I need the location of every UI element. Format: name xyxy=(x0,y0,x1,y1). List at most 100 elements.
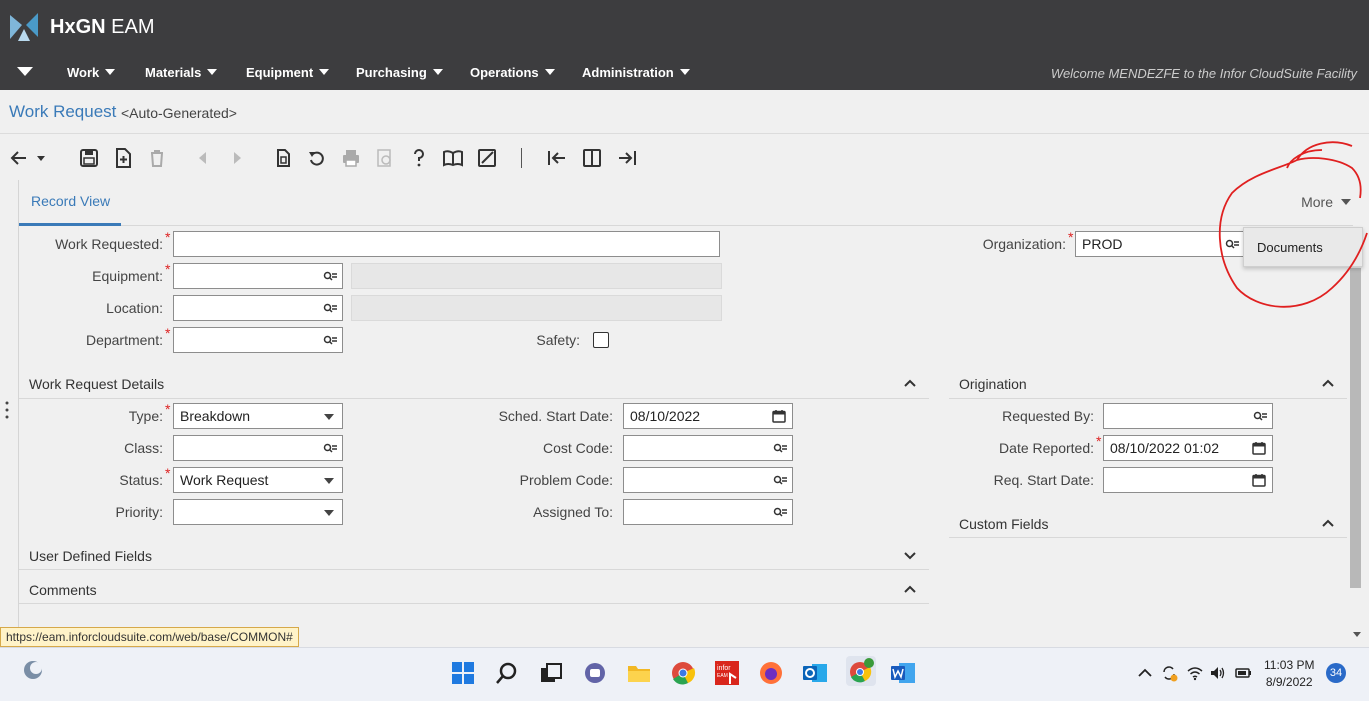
requested-by-input[interactable] xyxy=(1103,403,1273,429)
search-icon[interactable] xyxy=(494,660,520,686)
chevron-up-icon[interactable] xyxy=(903,584,917,594)
book-icon[interactable] xyxy=(442,147,464,169)
problem-code-input[interactable] xyxy=(623,467,793,493)
section-divider xyxy=(19,569,929,570)
windows-taskbar: infor EAM 11:03 PM 8/9/2022 34 xyxy=(0,647,1369,701)
tab-bar: Record View More xyxy=(19,180,1353,226)
side-panel-handle-icon[interactable] xyxy=(5,400,9,420)
nav-operations[interactable]: Operations xyxy=(470,65,555,80)
brand-title: HxGN EAM xyxy=(50,16,155,38)
welcome-text: Welcome MENDEZFE to the Infor CloudSuite… xyxy=(1050,66,1357,81)
calendar-icon[interactable] xyxy=(772,409,786,423)
hexagon-logo-icon[interactable] xyxy=(8,11,40,43)
volume-icon[interactable] xyxy=(1209,664,1227,682)
location-input[interactable] xyxy=(173,295,343,321)
save-icon[interactable] xyxy=(78,147,100,169)
nav-purchasing[interactable]: Purchasing xyxy=(356,65,443,80)
teams-chat-icon[interactable] xyxy=(582,660,608,686)
more-button[interactable]: More xyxy=(1301,194,1351,210)
help-icon[interactable] xyxy=(408,147,430,169)
new-record-icon[interactable] xyxy=(112,147,134,169)
outlook-icon[interactable] xyxy=(802,660,828,686)
word-icon[interactable] xyxy=(890,660,916,686)
cost-code-input[interactable] xyxy=(623,435,793,461)
assigned-to-input[interactable] xyxy=(623,499,793,525)
sync-warning-icon[interactable] xyxy=(1160,664,1178,682)
split-view-icon[interactable] xyxy=(581,147,603,169)
back-arrow-icon[interactable] xyxy=(8,147,30,169)
weather-widget-icon[interactable] xyxy=(20,657,46,683)
task-view-icon[interactable] xyxy=(538,660,564,686)
copy-record-icon[interactable] xyxy=(272,147,294,169)
tray-overflow-chevron-icon[interactable] xyxy=(1136,664,1154,682)
refresh-icon[interactable] xyxy=(306,147,328,169)
lookup-icon[interactable] xyxy=(1253,411,1267,422)
assigned-to-label: Assigned To: xyxy=(533,504,613,520)
chevron-up-icon[interactable] xyxy=(1321,378,1335,388)
lookup-icon[interactable] xyxy=(773,475,787,486)
collapse-right-icon[interactable] xyxy=(616,147,638,169)
menu-caret-icon[interactable] xyxy=(17,67,33,77)
back-history-caret-icon[interactable] xyxy=(34,147,48,169)
class-input[interactable] xyxy=(173,435,343,461)
sched-start-date-label: Sched. Start Date: xyxy=(498,408,613,424)
nav-equipment[interactable]: Equipment xyxy=(246,65,330,80)
lookup-icon[interactable] xyxy=(323,443,337,454)
calendar-icon[interactable] xyxy=(1252,473,1266,487)
windows-start-icon[interactable] xyxy=(450,660,476,686)
work-request-details-title: Work Request Details xyxy=(29,376,165,392)
system-clock[interactable]: 11:03 PM 8/9/2022 xyxy=(1264,657,1314,691)
required-marker: * xyxy=(1068,229,1074,245)
date-reported-input[interactable]: 08/10/2022 01:02 xyxy=(1103,435,1273,461)
lookup-icon[interactable] xyxy=(1225,239,1239,250)
notification-badge[interactable]: 34 xyxy=(1326,663,1346,683)
chevron-up-icon[interactable] xyxy=(903,378,917,388)
required-marker: * xyxy=(165,261,171,277)
chevron-down-icon xyxy=(432,69,443,75)
type-select[interactable]: Breakdown xyxy=(173,403,343,429)
department-label: Department: xyxy=(85,332,163,348)
status-select[interactable]: Work Request xyxy=(173,467,343,493)
wifi-icon[interactable] xyxy=(1186,664,1204,682)
infor-eam-app-icon[interactable]: infor EAM xyxy=(714,660,740,686)
safety-checkbox[interactable] xyxy=(593,332,609,348)
svg-text:EAM: EAM xyxy=(717,673,728,679)
lookup-icon[interactable] xyxy=(323,271,337,282)
tab-record-view[interactable]: Record View xyxy=(19,180,121,226)
lookup-icon[interactable] xyxy=(323,335,337,346)
main-nav: Work Materials Equipment Purchasing Oper… xyxy=(0,58,1369,88)
sched-start-date-input[interactable]: 08/10/2022 xyxy=(623,403,793,429)
menu-item-documents[interactable]: Documents xyxy=(1244,228,1362,266)
firefox-icon[interactable] xyxy=(758,660,784,686)
chrome-icon[interactable] xyxy=(670,660,696,686)
delete-icon xyxy=(146,147,168,169)
chevron-up-icon[interactable] xyxy=(1321,518,1335,528)
req-start-date-input[interactable] xyxy=(1103,467,1273,493)
record-title-bar: Work Request <Auto-Generated> xyxy=(0,90,1369,134)
battery-icon[interactable] xyxy=(1234,664,1252,682)
organization-input[interactable]: PROD xyxy=(1075,231,1245,257)
equipment-input[interactable] xyxy=(173,263,343,289)
work-requested-input[interactable] xyxy=(173,231,720,257)
chevron-down-icon[interactable] xyxy=(903,550,917,560)
department-input[interactable] xyxy=(173,327,343,353)
chevron-down-icon xyxy=(319,69,330,75)
nav-work[interactable]: Work xyxy=(67,65,116,80)
svg-text:infor: infor xyxy=(717,665,731,672)
nav-administration[interactable]: Administration xyxy=(582,65,690,80)
chrome-profile-icon[interactable] xyxy=(846,656,876,686)
chevron-down-icon xyxy=(324,478,334,484)
lookup-icon[interactable] xyxy=(323,303,337,314)
app-header: HxGN EAM Work Materials Equipment Purcha… xyxy=(0,0,1369,90)
lookup-icon[interactable] xyxy=(773,507,787,518)
file-explorer-icon[interactable] xyxy=(626,660,652,686)
vertical-scrollbar[interactable] xyxy=(1350,268,1361,588)
nav-materials[interactable]: Materials xyxy=(145,65,218,80)
calendar-icon[interactable] xyxy=(1252,441,1266,455)
cost-code-label: Cost Code: xyxy=(542,440,613,456)
priority-select[interactable] xyxy=(173,499,343,525)
lookup-icon[interactable] xyxy=(773,443,787,454)
collapse-left-icon[interactable] xyxy=(546,147,568,169)
scroll-down-icon[interactable] xyxy=(1353,632,1361,637)
edit-off-icon[interactable] xyxy=(476,147,498,169)
